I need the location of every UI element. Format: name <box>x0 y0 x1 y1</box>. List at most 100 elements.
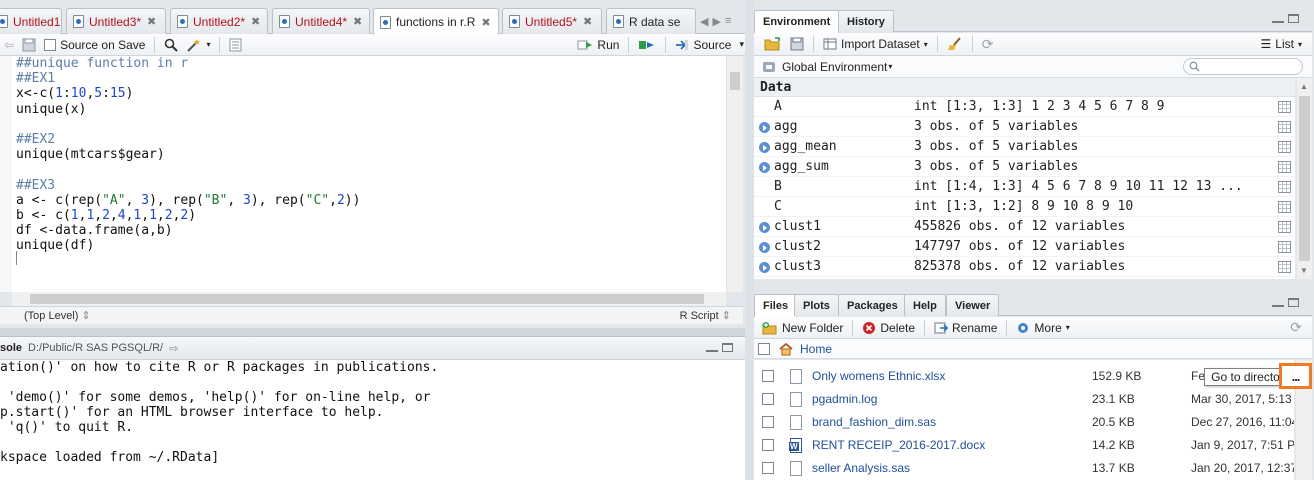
editor-tab[interactable]: Untitled2* ✖ <box>170 8 268 34</box>
run-button[interactable]: Run <box>573 36 623 54</box>
environment-row[interactable]: clust3 825378 obs. of 12 variables <box>754 257 1295 277</box>
tab-right-arrow-icon[interactable]: ▶ <box>712 15 720 28</box>
view-data-grid-icon[interactable] <box>1278 181 1291 193</box>
code-editor[interactable]: ##unique function in r ##EX1 x<-c(1:10,5:1… <box>12 56 726 292</box>
close-tab-icon[interactable]: ✖ <box>583 15 592 28</box>
expand-icon[interactable] <box>759 222 770 233</box>
maximize-icon[interactable] <box>1288 14 1299 23</box>
left-pane-splitter[interactable] <box>0 328 745 336</box>
environment-row[interactable]: Bint [1:4, 1:3] 4 5 6 7 8 9 10 11 12 13 … <box>754 177 1295 197</box>
environment-row[interactable]: agg_sum 3 obs. of 5 variables <box>754 157 1295 177</box>
minimize-icon[interactable] <box>1272 20 1284 23</box>
go-to-directory-button[interactable]: ... <box>1279 363 1312 389</box>
scope-selector[interactable]: (Top Level) ⇕ <box>24 309 91 322</box>
tab-environment[interactable]: Environment <box>754 10 840 33</box>
home-icon[interactable] <box>778 342 794 356</box>
tab-left-arrow-icon[interactable]: ◀ <box>700 15 708 28</box>
environment-search-input[interactable] <box>1183 58 1303 75</box>
vertical-splitter[interactable] <box>745 0 754 480</box>
more-menu-button[interactable]: More ▾ <box>1012 319 1073 337</box>
view-data-grid-icon[interactable] <box>1278 121 1291 133</box>
source-on-save-toggle[interactable]: Source on Save <box>40 36 149 54</box>
editor-hscroll-thumb[interactable] <box>30 294 704 304</box>
tab-history[interactable]: History <box>838 10 894 32</box>
save-workspace-icon[interactable] <box>786 35 808 53</box>
maximize-icon[interactable] <box>722 343 733 352</box>
file-checkbox[interactable] <box>762 439 774 451</box>
file-name-link[interactable]: Only womens Ethnic.xlsx <box>812 365 945 388</box>
maximize-icon[interactable] <box>1288 298 1299 307</box>
new-folder-button[interactable]: New Folder <box>758 319 847 337</box>
editor-vertical-scrollbar[interactable] <box>726 56 743 292</box>
expand-icon[interactable] <box>759 242 770 253</box>
file-checkbox[interactable] <box>762 416 774 428</box>
delete-button[interactable]: Delete <box>858 319 919 337</box>
close-tab-icon[interactable]: ✖ <box>481 16 490 29</box>
file-name-link[interactable]: RENT RECEIP_2016-2017.docx <box>812 434 985 457</box>
view-data-grid-icon[interactable] <box>1278 261 1291 273</box>
file-checkbox[interactable] <box>762 462 774 474</box>
tab-packages[interactable]: Packages <box>838 294 907 316</box>
file-checkbox[interactable] <box>762 370 774 382</box>
refresh-files-icon[interactable]: ⟳ <box>1286 319 1306 337</box>
scroll-down-icon[interactable]: ▼ <box>1300 266 1308 275</box>
view-data-grid-icon[interactable] <box>1278 221 1291 233</box>
environment-row[interactable]: clust2 147797 obs. of 12 variables <box>754 237 1295 257</box>
file-name-link[interactable]: pgadmin.log <box>812 388 877 411</box>
file-name-link[interactable]: brand_fashion_dim.sas <box>812 411 936 434</box>
view-data-grid-icon[interactable] <box>1278 201 1291 213</box>
tab-help[interactable]: Help <box>904 294 946 316</box>
magic-wand-icon[interactable]: ▾ <box>182 36 214 54</box>
environment-row[interactable]: agg 3 obs. of 5 variables <box>754 117 1295 137</box>
source-button[interactable]: Source <box>671 36 735 54</box>
editor-tab[interactable]: Untitled4* ✖ <box>272 8 370 34</box>
minimize-icon[interactable] <box>1272 304 1284 307</box>
expand-icon[interactable] <box>759 142 770 153</box>
view-data-grid-icon[interactable] <box>1278 141 1291 153</box>
expand-icon[interactable] <box>759 122 770 133</box>
view-data-grid-icon[interactable] <box>1278 241 1291 253</box>
import-dataset-button[interactable]: Import Dataset ▾ <box>819 35 932 53</box>
view-mode-dropdown[interactable]: ☰ List ▾ <box>1257 35 1306 53</box>
file-name-link[interactable]: seller Analysis.sas <box>812 457 910 480</box>
clear-workspace-broom-icon[interactable] <box>943 35 967 53</box>
tab-plots[interactable]: Plots <box>794 294 839 316</box>
source-on-save-checkbox[interactable] <box>44 38 57 51</box>
minimize-icon[interactable] <box>706 349 718 352</box>
close-tab-icon[interactable]: ✖ <box>147 15 156 28</box>
tab-files[interactable]: Files <box>754 294 798 317</box>
tab-viewer[interactable]: Viewer <box>946 294 1000 316</box>
compile-report-icon[interactable] <box>225 36 246 54</box>
file-type-selector[interactable]: R Script ⇕ <box>680 309 731 322</box>
rename-button[interactable]: Rename <box>930 319 1001 337</box>
back-arrow-icon[interactable]: ⇦ <box>0 36 18 54</box>
file-checkbox[interactable] <box>762 393 774 405</box>
view-data-grid-icon[interactable] <box>1278 161 1291 173</box>
environment-row[interactable]: agg_mean 3 obs. of 5 variables <box>754 137 1295 157</box>
tab-list-icon[interactable]: ≡ <box>725 15 731 27</box>
close-tab-icon[interactable]: ✖ <box>353 15 362 28</box>
view-data-grid-icon[interactable] <box>1278 101 1291 113</box>
environment-row[interactable]: Cint [1:3, 1:2] 8 9 10 8 9 10 <box>754 197 1295 217</box>
breadcrumb-home-link[interactable]: Home <box>800 342 832 356</box>
load-workspace-icon[interactable] <box>760 35 786 53</box>
environment-row[interactable]: clust1 455826 obs. of 12 variables <box>754 217 1295 237</box>
editor-tab[interactable]: R data se <box>606 8 696 34</box>
close-tab-icon[interactable]: ✖ <box>251 15 260 28</box>
refresh-icon[interactable]: ⟳ <box>978 35 998 53</box>
expand-icon[interactable] <box>759 262 770 273</box>
console-output[interactable]: ation()' on how to cite R or R packages … <box>0 360 745 480</box>
expand-icon[interactable] <box>759 162 770 173</box>
save-icon[interactable] <box>18 36 40 54</box>
editor-tab[interactable]: Untitled1*✖ <box>0 8 62 34</box>
right-pane-splitter[interactable] <box>754 280 1314 292</box>
editor-tab[interactable]: functions in r.R ✖ <box>373 8 499 35</box>
environment-row[interactable]: Aint [1:3, 1:3] 1 2 3 4 5 6 7 8 9 <box>754 97 1295 117</box>
editor-tab[interactable]: Untitled5* ✖ <box>502 8 602 34</box>
editor-vscroll-thumb[interactable] <box>730 72 740 90</box>
environment-scroll-thumb[interactable] <box>1299 96 1310 261</box>
scroll-up-icon[interactable]: ▲ <box>1300 82 1308 91</box>
find-icon[interactable] <box>160 36 182 54</box>
rerun-icon[interactable] <box>634 36 660 54</box>
console-goto-arrow-icon[interactable]: ⇨ <box>169 342 178 355</box>
